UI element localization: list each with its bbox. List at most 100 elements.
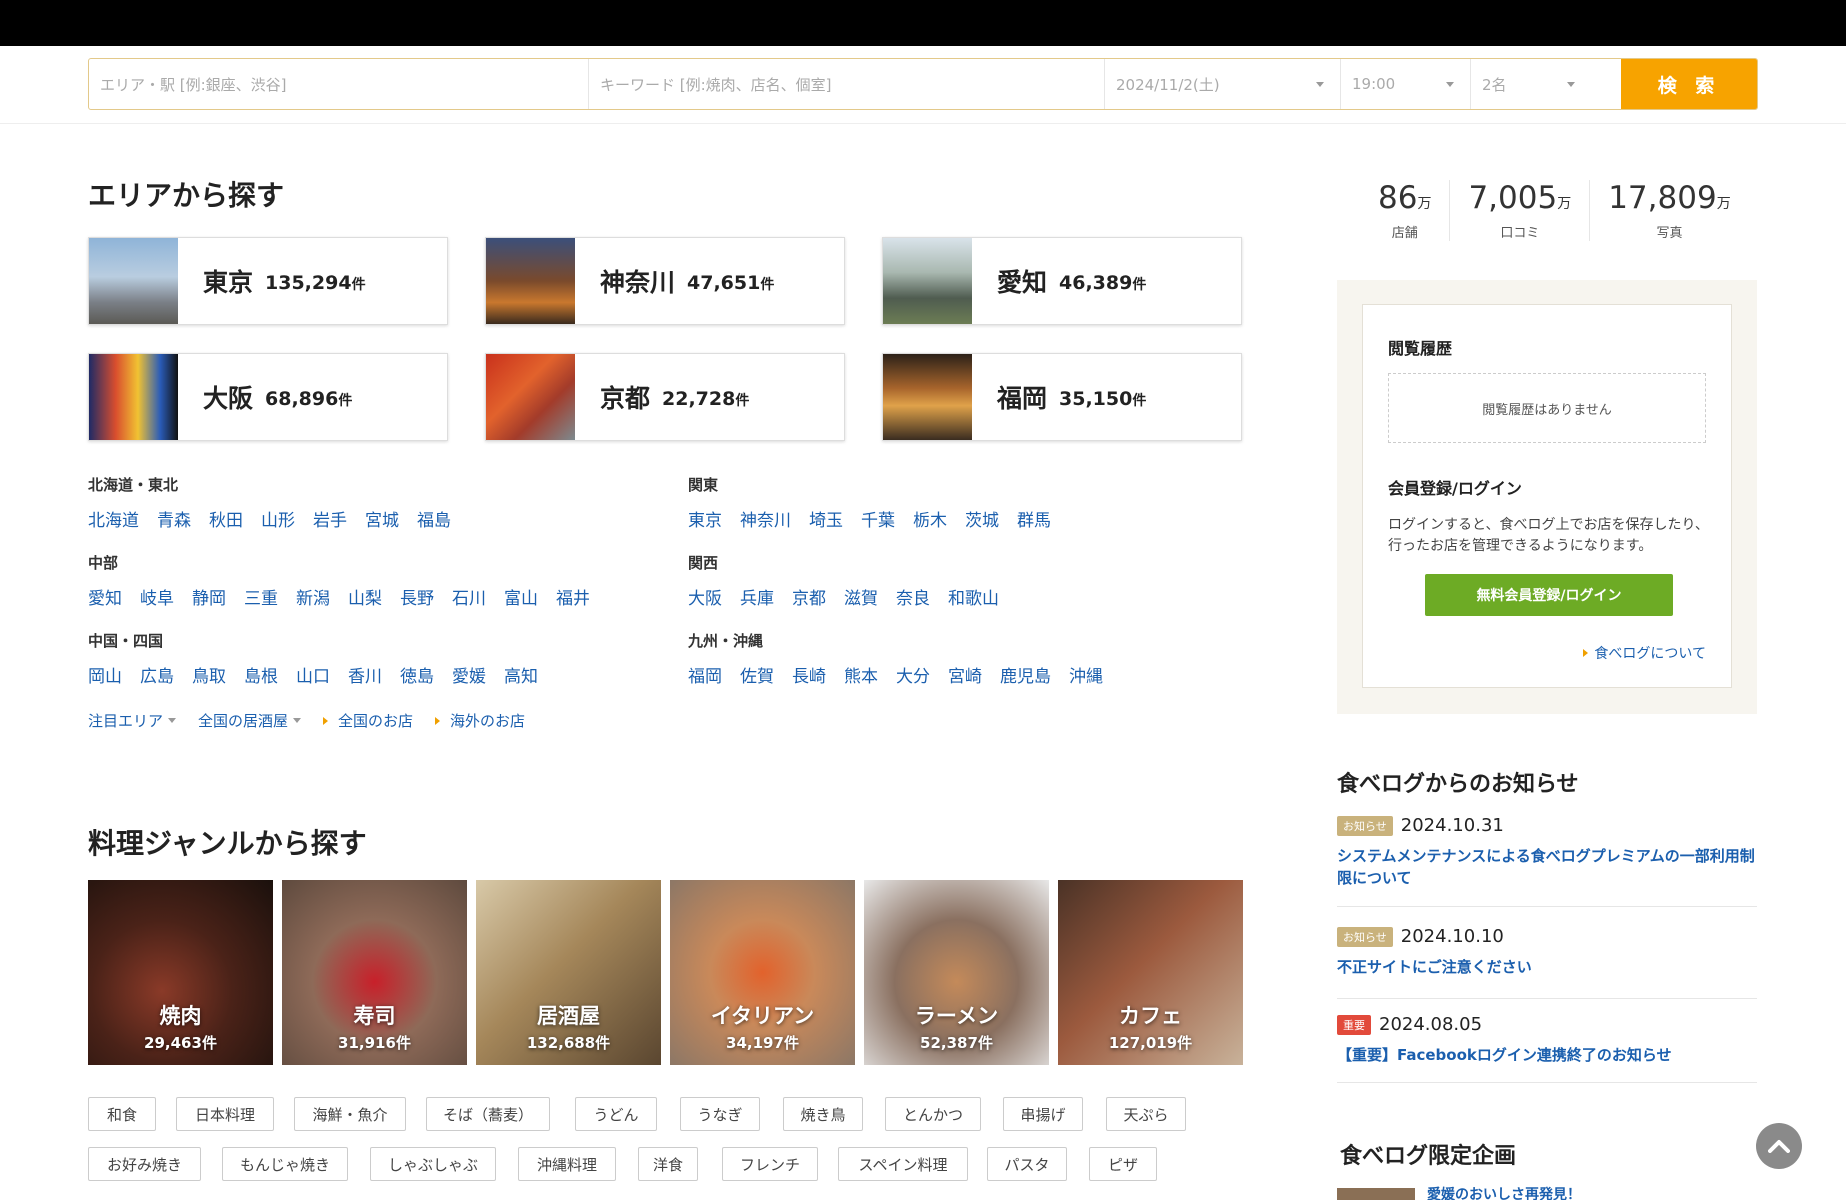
date-select[interactable]: 2024/11/2(土) (1105, 59, 1341, 109)
region-links: 大阪 兵庫 京都 滋賀 奈良 和歌山 (688, 584, 1017, 609)
search-button[interactable]: 検 索 (1621, 59, 1757, 109)
login-button[interactable]: 無料会員登録/ログイン (1425, 574, 1673, 616)
region-link[interactable]: 熊本 (844, 667, 878, 687)
region-link[interactable]: 香川 (348, 667, 382, 687)
region-link[interactable]: 栃木 (913, 511, 947, 531)
region-link[interactable]: 山口 (296, 667, 330, 687)
genre-count-value: 34,197 (726, 1034, 784, 1052)
genre-tag[interactable]: しゃぶしゃぶ (370, 1147, 496, 1181)
region-link[interactable]: 岡山 (88, 667, 122, 687)
genre-card-ramen[interactable]: ラーメン 52,387件 (864, 880, 1049, 1065)
region-link[interactable]: 大分 (896, 667, 930, 687)
genre-tag[interactable]: そば（蕎麦） (426, 1097, 550, 1131)
genre-card-izakaya[interactable]: 居酒屋 132,688件 (476, 880, 661, 1065)
region-link[interactable]: 秋田 (209, 511, 243, 531)
genre-tag[interactable]: うなぎ (680, 1097, 760, 1131)
news-link[interactable]: システムメンテナンスによる食べログプレミアムの一部利用制限について (1337, 845, 1757, 889)
genre-tag[interactable]: 焼き鳥 (783, 1097, 863, 1131)
genre-tag[interactable]: 串揚げ (1003, 1097, 1083, 1131)
region-link[interactable]: 広島 (140, 667, 174, 687)
genre-tag[interactable]: 和食 (88, 1097, 156, 1131)
region-link[interactable]: 千葉 (861, 511, 895, 531)
region-link[interactable]: 大阪 (688, 589, 722, 609)
region-link[interactable]: 北海道 (88, 511, 139, 531)
genre-tag[interactable]: パスタ (987, 1147, 1067, 1181)
izakaya-dropdown[interactable]: 全国の居酒屋 (198, 710, 302, 731)
genre-tag[interactable]: もんじゃ焼き (222, 1147, 348, 1181)
genre-tag[interactable]: ピザ (1089, 1147, 1157, 1181)
region-link[interactable]: 愛媛 (452, 667, 486, 687)
news-link[interactable]: 不正サイトにご注意ください (1337, 956, 1757, 978)
time-value: 19:00 (1352, 75, 1396, 93)
region-link[interactable]: 和歌山 (948, 589, 999, 609)
region-link[interactable]: 岐阜 (140, 589, 174, 609)
genre-tag[interactable]: 洋食 (638, 1147, 698, 1181)
genre-card-sushi[interactable]: 寿司 31,916件 (282, 880, 467, 1065)
region-link[interactable]: 福島 (417, 511, 451, 531)
region-link[interactable]: 青森 (157, 511, 191, 531)
genre-tag[interactable]: とんかつ (885, 1097, 981, 1131)
genre-tag[interactable]: 天ぷら (1106, 1097, 1186, 1131)
people-select[interactable]: 2名 (1471, 59, 1591, 109)
region-link[interactable]: 東京 (688, 511, 722, 531)
limited-thumbnail[interactable] (1337, 1188, 1415, 1200)
region-link[interactable]: 長野 (400, 589, 434, 609)
limited-link[interactable]: 愛媛のおいしさ再発見！ (1427, 1184, 1581, 1200)
region-link[interactable]: 鹿児島 (1000, 667, 1051, 687)
area-card-tokyo[interactable]: 東京 135,294 件 (88, 237, 448, 325)
region-link[interactable]: 京都 (792, 589, 826, 609)
genre-tag[interactable]: 海鮮・魚介 (294, 1097, 406, 1131)
genre-tag[interactable]: フレンチ (722, 1147, 818, 1181)
region-link[interactable]: 長崎 (792, 667, 826, 687)
featured-area-dropdown[interactable]: 注目エリア (88, 710, 177, 731)
region-link[interactable]: 群馬 (1017, 511, 1051, 531)
region-link[interactable]: 高知 (504, 667, 538, 687)
region-link[interactable]: 宮城 (365, 511, 399, 531)
region-link[interactable]: 福井 (556, 589, 590, 609)
overseas-shops-link[interactable]: 海外のお店 (435, 710, 525, 731)
area-card-kanagawa[interactable]: 神奈川 47,651 件 (485, 237, 845, 325)
region-link[interactable]: 埼玉 (809, 511, 843, 531)
region-link[interactable]: 沖縄 (1069, 667, 1103, 687)
genre-card-italian[interactable]: イタリアン 34,197件 (670, 880, 855, 1065)
keyword-input[interactable]: キーワード [例:焼肉、店名、個室] (589, 59, 1105, 109)
genre-card-yakiniku[interactable]: 焼肉 29,463件 (88, 880, 273, 1065)
area-card-osaka[interactable]: 大阪 68,896 件 (88, 353, 448, 441)
genre-tag[interactable]: 沖縄料理 (518, 1147, 616, 1181)
region-link[interactable]: 徳島 (400, 667, 434, 687)
region-link[interactable]: 茨城 (965, 511, 999, 531)
region-link[interactable]: 滋賀 (844, 589, 878, 609)
area-card-fukuoka[interactable]: 福岡 35,150 件 (882, 353, 1242, 441)
area-card-aichi[interactable]: 愛知 46,389 件 (882, 237, 1242, 325)
back-to-top-button[interactable] (1756, 1123, 1802, 1169)
region-link[interactable]: 神奈川 (740, 511, 791, 531)
region-link[interactable]: 宮崎 (948, 667, 982, 687)
genre-count-unit: 件 (1177, 1034, 1193, 1052)
area-input[interactable]: エリア・駅 [例:銀座、渋谷] (89, 59, 589, 109)
region-link[interactable]: 新潟 (296, 589, 330, 609)
time-select[interactable]: 19:00 (1341, 59, 1471, 109)
region-link[interactable]: 佐賀 (740, 667, 774, 687)
region-link[interactable]: 岩手 (313, 511, 347, 531)
region-link[interactable]: 石川 (452, 589, 486, 609)
region-link[interactable]: 島根 (244, 667, 278, 687)
region-link[interactable]: 山梨 (348, 589, 382, 609)
region-link[interactable]: 奈良 (896, 589, 930, 609)
region-link[interactable]: 福岡 (688, 667, 722, 687)
area-card-kyoto[interactable]: 京都 22,728 件 (485, 353, 845, 441)
region-link[interactable]: 兵庫 (740, 589, 774, 609)
genre-tag[interactable]: うどん (575, 1097, 657, 1131)
genre-tag[interactable]: お好み焼き (88, 1147, 201, 1181)
region-link[interactable]: 愛知 (88, 589, 122, 609)
region-link[interactable]: 山形 (261, 511, 295, 531)
genre-tag[interactable]: スペイン料理 (838, 1147, 968, 1181)
region-link[interactable]: 静岡 (192, 589, 226, 609)
genre-card-cafe[interactable]: カフェ 127,019件 (1058, 880, 1243, 1065)
region-link[interactable]: 富山 (504, 589, 538, 609)
region-link[interactable]: 三重 (244, 589, 278, 609)
region-link[interactable]: 鳥取 (192, 667, 226, 687)
genre-tag[interactable]: 日本料理 (176, 1097, 274, 1131)
about-link[interactable]: 食べログについて (1583, 643, 1706, 663)
news-link[interactable]: 【重要】Facebookログイン連携終了のお知らせ (1337, 1044, 1757, 1066)
all-shops-link[interactable]: 全国のお店 (323, 710, 413, 731)
